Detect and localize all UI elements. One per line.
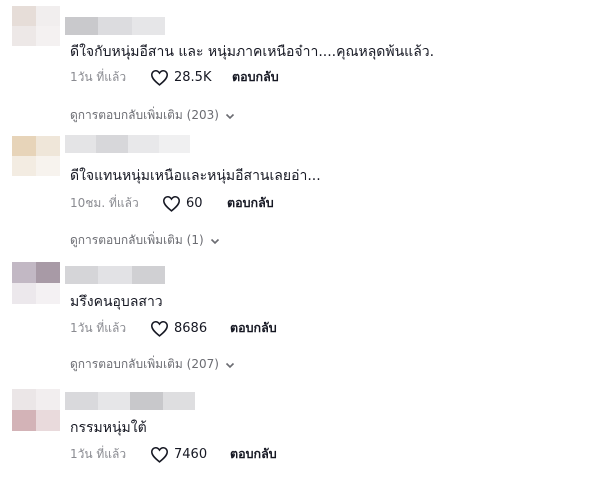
username-blurred[interactable] (65, 135, 190, 153)
reply-button[interactable]: ตอบกลับ (230, 318, 277, 338)
comment-time: 1วัน ที่แล้ว (70, 320, 127, 335)
username-blurred[interactable] (65, 392, 195, 410)
reply-button[interactable]: ตอบกลับ (227, 193, 274, 213)
comment-text: กรรมหนุ่มใต้ (70, 420, 147, 436)
comment-meta: 1วัน ที่แล้ว 8686 ตอบกลับ (70, 318, 277, 338)
comment-text: ดีใจแทนหนุ่มเหนือและหนุ่มอีสานเลยอ่า... (70, 168, 321, 184)
avatar[interactable] (12, 262, 60, 304)
like-count: 8686 (174, 320, 208, 336)
like-count: 7460 (174, 446, 208, 462)
chevron-down-icon (225, 113, 234, 119)
comment-time: 10ชม. ที่แล้ว (70, 195, 139, 210)
comment-meta: 1วัน ที่แล้ว 7460 ตอบกลับ (70, 444, 277, 464)
avatar[interactable] (12, 6, 60, 46)
comment-text: ดีใจกับหนุ่มอีสาน และ หนุ่มภาคเหนือจ๋าา.… (70, 44, 435, 60)
like-button[interactable]: 8686 (150, 320, 230, 337)
comment-meta: 1วัน ที่แล้ว 28.5K ตอบกลับ (70, 67, 279, 87)
username-blurred[interactable] (65, 17, 165, 35)
like-count: 28.5K (174, 69, 212, 85)
reply-button[interactable]: ตอบกลับ (230, 444, 277, 464)
heart-outline-icon (150, 69, 169, 86)
comment-meta: 10ชม. ที่แล้ว 60 ตอบกลับ (70, 193, 274, 213)
view-more-replies-label: ดูการตอบกลับเพิ่มเติม (203) (70, 108, 219, 122)
like-button[interactable]: 60 (162, 195, 227, 212)
avatar[interactable] (12, 136, 60, 176)
comment-time: 1วัน ที่แล้ว (70, 446, 127, 461)
like-button[interactable]: 28.5K (150, 69, 232, 86)
like-button[interactable]: 7460 (150, 446, 230, 463)
username-blurred[interactable] (65, 266, 165, 284)
heart-outline-icon (150, 446, 169, 463)
avatar[interactable] (12, 389, 60, 431)
view-more-replies[interactable]: ดูการตอบกลับเพิ่มเติม (207) (70, 355, 236, 374)
heart-outline-icon (150, 320, 169, 337)
comment-text: มรึงคนอุบลสาว (70, 294, 163, 310)
view-more-replies[interactable]: ดูการตอบกลับเพิ่มเติม (1) (70, 231, 221, 250)
view-more-replies-label: ดูการตอบกลับเพิ่มเติม (207) (70, 357, 219, 371)
view-more-replies-label: ดูการตอบกลับเพิ่มเติม (1) (70, 233, 204, 247)
view-more-replies[interactable]: ดูการตอบกลับเพิ่มเติม (203) (70, 106, 236, 125)
chevron-down-icon (210, 238, 219, 244)
like-count: 60 (186, 195, 203, 211)
chevron-down-icon (225, 362, 234, 368)
comment-time: 1วัน ที่แล้ว (70, 69, 127, 84)
heart-outline-icon (162, 195, 181, 212)
reply-button[interactable]: ตอบกลับ (232, 67, 279, 87)
